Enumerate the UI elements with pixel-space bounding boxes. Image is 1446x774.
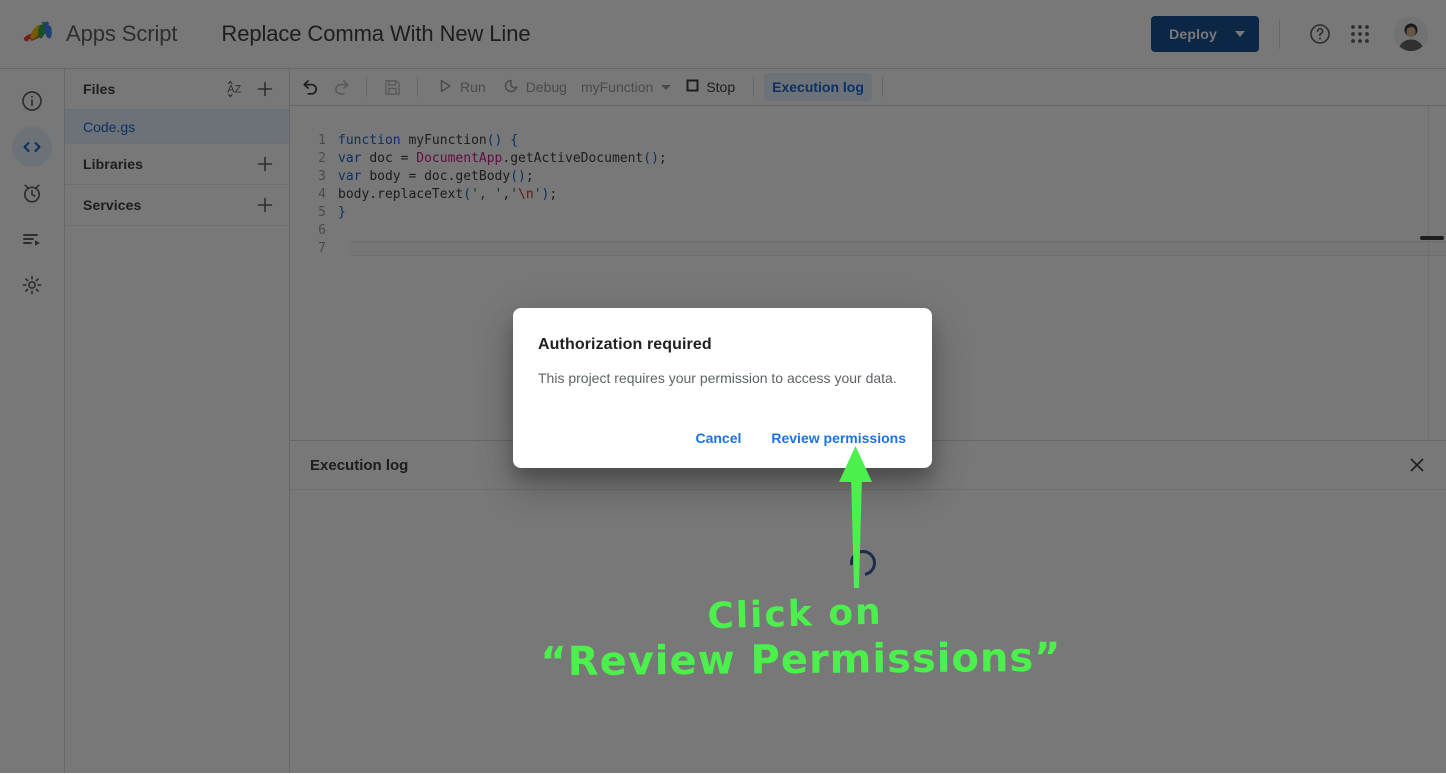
review-permissions-button[interactable]: Review permissions xyxy=(761,422,916,454)
cancel-button[interactable]: Cancel xyxy=(685,422,751,454)
dialog-actions: Cancel Review permissions xyxy=(685,422,916,454)
authorization-dialog: Authorization required This project requ… xyxy=(513,308,932,468)
dialog-body-text: This project requires your permission to… xyxy=(513,354,932,388)
dialog-title: Authorization required xyxy=(513,308,932,354)
